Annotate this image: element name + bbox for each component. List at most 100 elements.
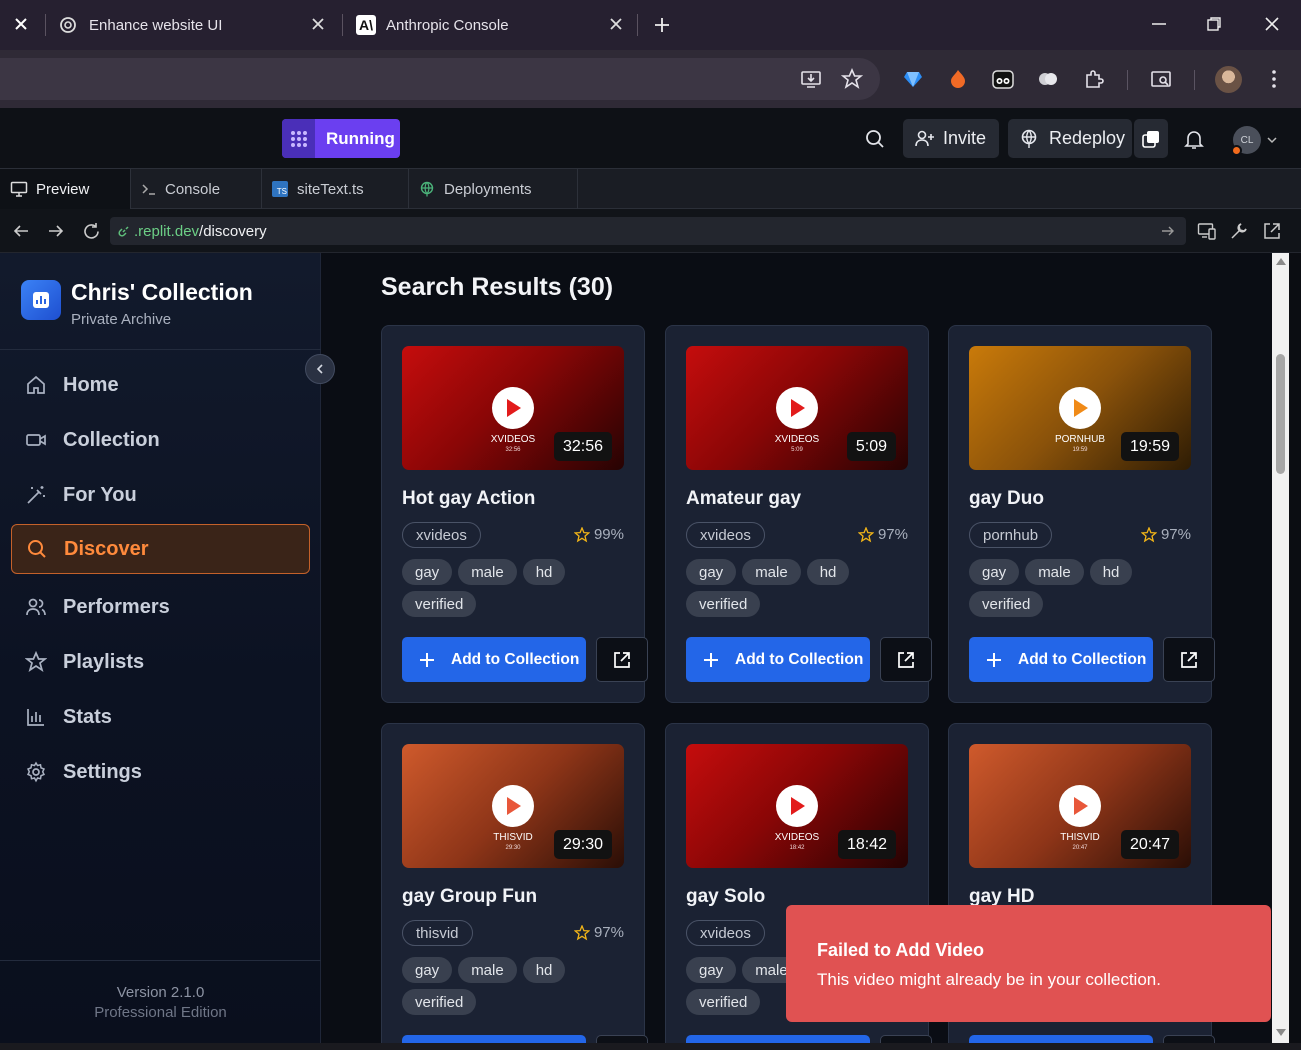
video-title[interactable]: gay Solo xyxy=(686,886,765,908)
tag-chip[interactable]: gay xyxy=(686,957,737,983)
kebab-menu-icon[interactable] xyxy=(1263,68,1285,90)
tag-chip[interactable]: male xyxy=(1025,559,1084,585)
new-tab-icon[interactable] xyxy=(652,15,672,35)
open-new-window-icon[interactable] xyxy=(1262,221,1282,241)
redeploy-button[interactable]: Redeploy xyxy=(1008,119,1132,158)
tag-chip[interactable]: verified xyxy=(686,989,761,1015)
invite-button[interactable]: Invite xyxy=(903,119,999,158)
deploy-panel-button[interactable] xyxy=(1134,119,1168,158)
tag-chip[interactable]: male xyxy=(742,559,801,585)
tag-chip[interactable]: gay xyxy=(402,957,453,983)
scrollbar[interactable] xyxy=(1272,253,1289,1043)
tag-chip[interactable]: gay xyxy=(686,559,737,585)
video-thumbnail[interactable]: THISVID 29:30 29:30 xyxy=(402,744,624,868)
puzzle-extensions-icon[interactable] xyxy=(1083,68,1105,90)
diamond-extension-icon[interactable] xyxy=(902,68,924,90)
tag-chip[interactable]: verified xyxy=(969,591,1044,617)
go-arrow-icon[interactable] xyxy=(1160,223,1176,239)
scrollbar-thumb[interactable] xyxy=(1276,354,1285,474)
address-bar[interactable] xyxy=(0,58,880,100)
tag-chip[interactable]: hd xyxy=(522,559,566,585)
close-tab-icon[interactable] xyxy=(608,16,624,32)
close-icon[interactable] xyxy=(1263,15,1281,33)
play-button[interactable] xyxy=(776,785,818,827)
tag-chip[interactable]: verified xyxy=(402,591,477,617)
flame-extension-icon[interactable] xyxy=(947,68,969,90)
add-to-collection-button[interactable]: Add to Collection xyxy=(969,1035,1153,1043)
reload-icon[interactable] xyxy=(82,222,101,241)
video-title[interactable]: gay Group Fun xyxy=(402,886,537,908)
close-tab-icon[interactable] xyxy=(310,16,326,32)
sidebar-item-playlists[interactable]: Playlists xyxy=(11,637,310,687)
browser-tab-anthropic[interactable]: A\ Anthropic Console xyxy=(356,0,626,50)
sidebar-item-home[interactable]: Home xyxy=(11,360,310,410)
video-card[interactable]: THISVID 29:30 29:30 gay Group Fun thisvid 97%… xyxy=(381,723,648,1043)
tag-chip[interactable]: gay xyxy=(969,559,1020,585)
sidebar-item-discover[interactable]: Discover xyxy=(11,524,310,574)
tab-search-icon[interactable] xyxy=(1150,68,1172,90)
tag-chip[interactable]: male xyxy=(458,957,517,983)
video-card[interactable]: XVIDEOS 32:56 32:56 Hot gay Action xvideos 99… xyxy=(381,325,648,703)
tab-console[interactable]: Console xyxy=(131,169,262,209)
video-thumbnail[interactable]: XVIDEOS 18:42 18:42 xyxy=(686,744,908,868)
bell-icon[interactable] xyxy=(1183,128,1205,150)
tab-sitetext[interactable]: TS siteText.ts xyxy=(262,169,409,209)
tag-chip[interactable]: hd xyxy=(1089,559,1133,585)
add-to-collection-button[interactable]: Add to Collection xyxy=(686,637,870,682)
open-external-button[interactable] xyxy=(596,637,648,682)
chevron-down-icon[interactable] xyxy=(1266,134,1278,146)
tab-deployments[interactable]: Deployments xyxy=(409,169,578,209)
error-toast[interactable]: Failed to Add Video This video might alr… xyxy=(786,905,1271,1022)
sidebar-item-performers[interactable]: Performers xyxy=(11,582,310,632)
scroll-up-arrow[interactable] xyxy=(1276,258,1286,265)
add-to-collection-button[interactable]: Add to Collection xyxy=(402,1035,586,1043)
play-button[interactable] xyxy=(492,785,534,827)
minimize-icon[interactable] xyxy=(1150,15,1168,33)
run-status-button[interactable]: Running xyxy=(282,119,400,158)
open-external-button[interactable] xyxy=(1163,1035,1215,1043)
sidebar-item-collection[interactable]: Collection xyxy=(11,415,310,465)
play-button[interactable] xyxy=(776,387,818,429)
video-title[interactable]: gay Duo xyxy=(969,488,1044,510)
play-button[interactable] xyxy=(1059,785,1101,827)
video-card[interactable]: PORNHUB 19:59 19:59 gay Duo pornhub 97% gay mal… xyxy=(948,325,1215,703)
preview-url-field[interactable]: .replit.dev/discovery xyxy=(110,217,1186,245)
eyes-extension-icon[interactable] xyxy=(992,68,1014,90)
close-window-icon[interactable] xyxy=(12,15,30,33)
add-to-collection-button[interactable]: Add to Collection xyxy=(402,637,586,682)
tag-chip[interactable]: male xyxy=(458,559,517,585)
search-icon[interactable] xyxy=(864,128,886,150)
video-card[interactable]: XVIDEOS 5:09 5:09 Amateur gay xvideos 97% gay m… xyxy=(665,325,932,703)
tab-preview[interactable]: Preview xyxy=(0,169,131,209)
cloud-extension-icon[interactable] xyxy=(1037,68,1059,90)
video-title[interactable]: Hot gay Action xyxy=(402,488,535,510)
open-external-button[interactable] xyxy=(1163,637,1215,682)
sidebar-item-for-you[interactable]: For You xyxy=(11,470,310,520)
sidebar-item-stats[interactable]: Stats xyxy=(11,692,310,742)
forward-arrow-icon[interactable] xyxy=(47,222,65,240)
tag-chip[interactable]: verified xyxy=(686,591,761,617)
video-thumbnail[interactable]: XVIDEOS 5:09 5:09 xyxy=(686,346,908,470)
sidebar-item-settings[interactable]: Settings xyxy=(11,747,310,797)
tag-chip[interactable]: hd xyxy=(806,559,850,585)
video-title[interactable]: Amateur gay xyxy=(686,488,801,510)
video-thumbnail[interactable]: THISVID 20:47 20:47 xyxy=(969,744,1191,868)
tag-chip[interactable]: verified xyxy=(402,989,477,1015)
play-button[interactable] xyxy=(1059,387,1101,429)
add-to-collection-button[interactable]: Add to Collection xyxy=(686,1035,870,1043)
tag-chip[interactable]: gay xyxy=(402,559,453,585)
install-app-icon[interactable] xyxy=(800,68,822,90)
video-thumbnail[interactable]: PORNHUB 19:59 19:59 xyxy=(969,346,1191,470)
video-thumbnail[interactable]: XVIDEOS 32:56 32:56 xyxy=(402,346,624,470)
add-to-collection-button[interactable]: Add to Collection xyxy=(969,637,1153,682)
tag-chip[interactable]: hd xyxy=(522,957,566,983)
open-external-button[interactable] xyxy=(880,637,932,682)
browser-tab-enhance[interactable]: Enhance website UI xyxy=(58,0,333,50)
play-button[interactable] xyxy=(492,387,534,429)
scroll-down-arrow[interactable] xyxy=(1276,1029,1286,1036)
profile-avatar[interactable] xyxy=(1215,66,1242,93)
bookmark-star-icon[interactable] xyxy=(841,68,863,90)
open-external-button[interactable] xyxy=(880,1035,932,1043)
restore-icon[interactable] xyxy=(1205,15,1223,33)
devices-icon[interactable] xyxy=(1197,221,1217,241)
